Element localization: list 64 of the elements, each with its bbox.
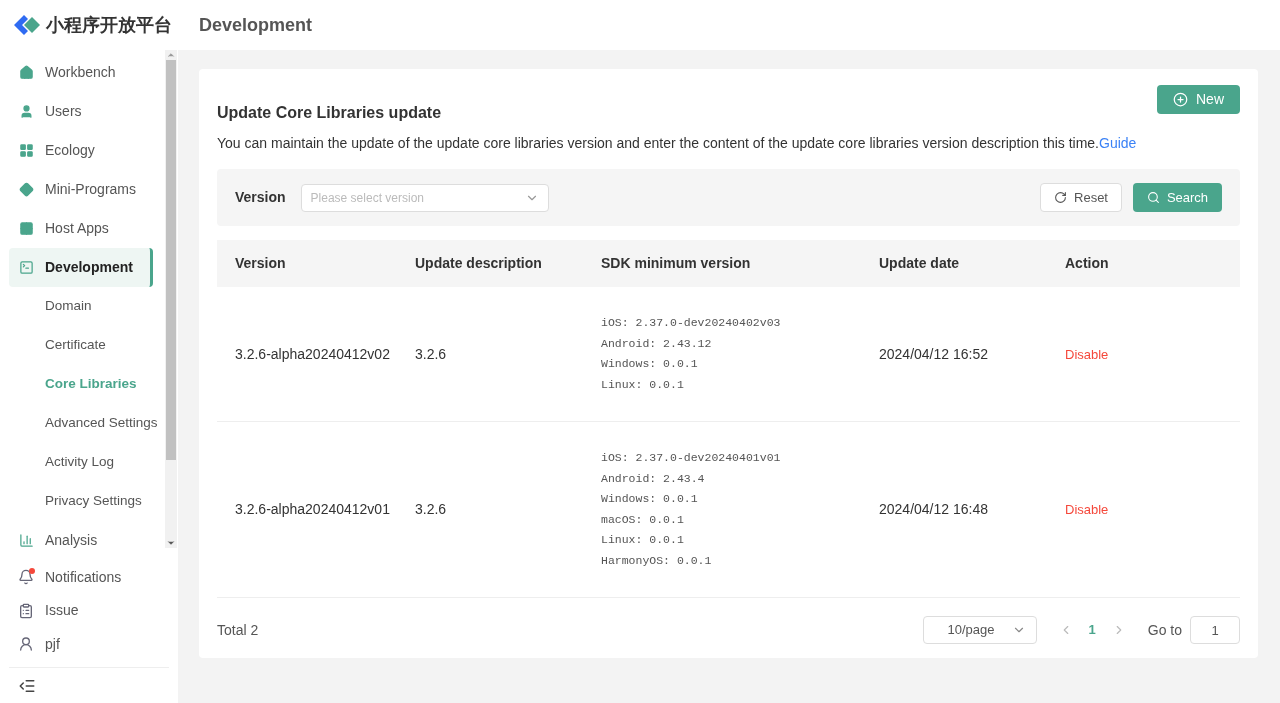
column-header: SDK minimum version xyxy=(583,240,861,287)
bar-chart-icon xyxy=(19,533,34,548)
table-cell: 2024/04/12 16:52 xyxy=(861,287,1047,422)
diamond-icon xyxy=(19,182,34,197)
goto-page-field[interactable]: 1 xyxy=(1190,616,1240,644)
terminal-icon xyxy=(19,260,34,275)
footer-item[interactable]: Issue xyxy=(18,594,178,628)
search-icon xyxy=(1146,191,1160,204)
column-header: Update description xyxy=(397,240,583,287)
guide-link[interactable]: Guide xyxy=(1099,135,1137,151)
disable-link[interactable]: Disable xyxy=(1065,502,1109,517)
home-icon xyxy=(19,65,34,80)
column-header: Update date xyxy=(861,240,1047,287)
nav-subitem[interactable]: Certificate xyxy=(9,326,155,365)
nav-item[interactable]: Mini-Programs xyxy=(9,170,153,209)
page-size-select[interactable]: 10/page xyxy=(922,616,1037,644)
nav-item[interactable]: Host Apps xyxy=(9,209,153,248)
sdk-version-line: Android: 2.43.4 xyxy=(601,470,706,487)
bell-icon xyxy=(18,569,34,586)
table-cell: 3.2.6-alpha20240412v01 xyxy=(217,421,397,598)
total-count: Total 2 xyxy=(217,620,259,640)
column-header: Action xyxy=(1047,240,1240,287)
nav-subitem[interactable]: Privacy Settings xyxy=(9,482,155,521)
nav-subitem[interactable]: Activity Log xyxy=(9,443,155,482)
sdk-version-line: Android: 2.43.12 xyxy=(601,335,713,352)
sdk-version-line: iOS: 2.37.0-dev20240401v01 xyxy=(601,450,782,466)
sdk-version-line: Linux: 0.0.1 xyxy=(601,376,685,393)
page-title: Development xyxy=(199,13,313,37)
person-icon xyxy=(19,104,34,119)
clipboard-icon xyxy=(18,602,34,619)
scroll-down-icon xyxy=(166,538,176,548)
nav-item[interactable]: Users xyxy=(9,92,153,131)
sdk-version-line: Windows: 0.0.1 xyxy=(601,356,699,372)
nav-item[interactable]: Analysis xyxy=(9,521,153,560)
plus-circle-icon xyxy=(1173,92,1188,107)
nav-item[interactable]: Ecology xyxy=(9,131,153,170)
table-cell: 3.2.6-alpha20240412v02 xyxy=(217,287,397,422)
person-icon xyxy=(18,636,34,653)
card-title: Update Core Libraries update xyxy=(217,103,442,123)
table-cell: 3.2.6 xyxy=(397,287,583,422)
table-cell: 2024/04/12 16:48 xyxy=(861,421,1047,598)
goto-label: Go to xyxy=(1147,620,1182,640)
sdk-version-line: HarmonyOS: 0.0.1 xyxy=(601,552,713,569)
reset-icon xyxy=(1054,191,1067,204)
sdk-version-line: Windows: 0.0.1 xyxy=(601,491,699,507)
disable-link[interactable]: Disable xyxy=(1065,346,1109,362)
scrollbar-thumb[interactable] xyxy=(166,60,176,460)
logo-icon xyxy=(12,13,42,37)
reset-button[interactable]: Reset xyxy=(1040,183,1122,212)
nav-subitem[interactable]: Advanced Settings xyxy=(9,404,155,443)
sdk-version-line: iOS: 2.37.0-dev20240402v03 xyxy=(601,315,782,331)
column-header: Version xyxy=(217,240,397,287)
nav-subitem[interactable]: Domain xyxy=(9,287,155,326)
sdk-version-line: macOS: 0.0.1 xyxy=(601,511,685,528)
table-cell: 3.2.6 xyxy=(397,421,583,598)
filter-label: Version xyxy=(235,188,286,207)
footer-item[interactable]: Notifications xyxy=(18,560,178,594)
nav-item[interactable]: Workbench xyxy=(9,53,153,92)
logo-text: 小程序开放平台 xyxy=(46,13,172,37)
nav-item[interactable]: Development xyxy=(9,248,153,287)
sdk-version-line: Linux: 0.0.1 xyxy=(601,532,685,548)
scroll-up-icon xyxy=(166,50,176,60)
card-description: You can maintain the update of the update core libraries version and enter the content of the update core libraries version description this time.Guide xyxy=(217,134,1138,153)
footer-item[interactable]: pjf xyxy=(18,627,178,661)
